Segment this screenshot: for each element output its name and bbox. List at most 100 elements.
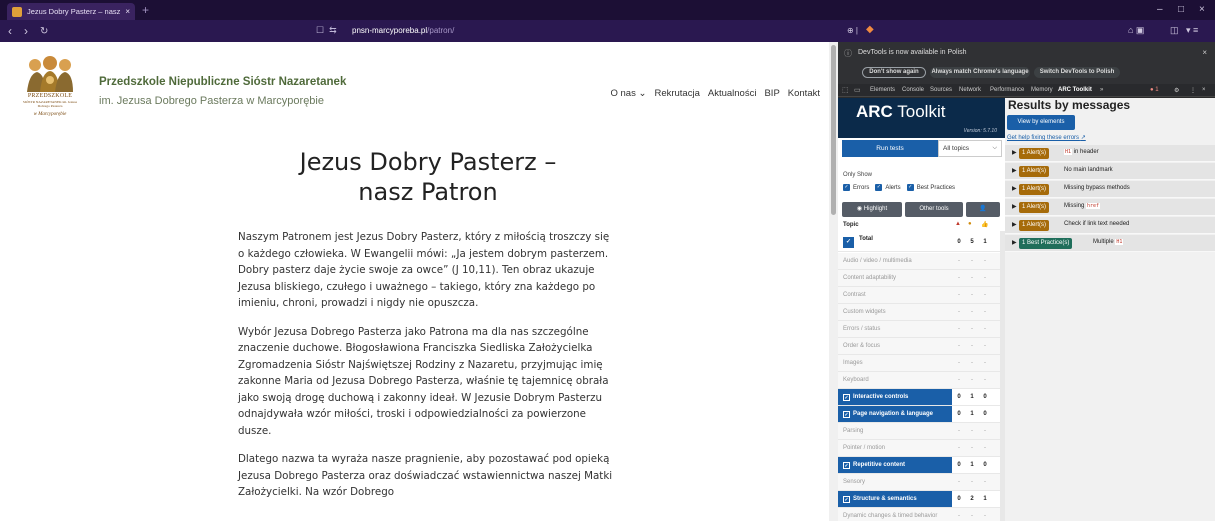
topic-alert-count: -	[971, 326, 973, 332]
topic-row-active[interactable]: ✓ Structure & semantics 0 2 1	[838, 491, 1000, 508]
extension-icon[interactable]: ◆	[866, 24, 874, 35]
infobar-close-icon[interactable]: ×	[1202, 48, 1207, 57]
always-match-language-button[interactable]: Always match Chrome's language	[930, 67, 1030, 78]
result-row[interactable]: ▶ 1 Best Practice(s) Multiple H1	[1005, 235, 1215, 252]
error-counter[interactable]: ● 1	[1150, 87, 1159, 93]
dont-show-again-button[interactable]: Don't show again	[862, 67, 926, 78]
result-message: Missing href	[1064, 203, 1101, 209]
topic-checkbox[interactable]: ✓	[843, 462, 850, 469]
expand-triangle-icon[interactable]: ▶	[1012, 221, 1017, 228]
zoom-icon[interactable]: ⊕ |	[847, 26, 858, 35]
view-by-elements-button[interactable]: View by elements	[1007, 115, 1075, 130]
tab-memory[interactable]: Memory	[1031, 87, 1053, 93]
browser-tab[interactable]: Jezus Dobry Pasterz – nasz Patro ×	[7, 3, 135, 20]
total-checkbox[interactable]: ✓	[843, 237, 854, 248]
tab-network[interactable]: Network	[959, 87, 981, 93]
tab-close-icon[interactable]: ×	[125, 7, 130, 16]
nav-item-aktualnosci[interactable]: Aktualności	[708, 88, 757, 99]
result-message: No main landmark	[1064, 167, 1113, 173]
forward-icon[interactable]: ›	[24, 24, 28, 38]
alerts-checkbox[interactable]: ✓	[875, 184, 883, 191]
topic-row[interactable]: Sensory - - -	[838, 474, 1000, 491]
tab-sources[interactable]: Sources	[930, 87, 952, 93]
topic-name: ✓ Interactive controls	[838, 389, 952, 405]
nav-item-bip[interactable]: BIP	[764, 88, 779, 99]
topic-bp-count: -	[984, 258, 986, 264]
topic-checkbox[interactable]: ✓	[843, 411, 850, 418]
expand-triangle-icon[interactable]: ▶	[1012, 185, 1017, 192]
topic-row-active[interactable]: ✓ Page navigation & language 0 1 0	[838, 406, 1000, 423]
page-scrollbar[interactable]	[829, 42, 838, 521]
bookmark-icon[interactable]: ☐ ⇆	[316, 25, 337, 36]
tab-performance[interactable]: Performance	[990, 87, 1024, 93]
inspect-icon[interactable]: ⬚	[842, 86, 849, 94]
expand-triangle-icon[interactable]: ▶	[1012, 239, 1017, 246]
toolbar-icons[interactable]: ⌂ ▣	[1128, 25, 1144, 36]
topic-row[interactable]: Pointer / motion - - -	[838, 440, 1000, 457]
topic-row[interactable]: Contrast - - -	[838, 287, 1000, 304]
topic-row[interactable]: Dynamic changes & timed behavior - - -	[838, 508, 1000, 521]
topic-row[interactable]: Images - - -	[838, 355, 1000, 372]
switch-to-polish-button[interactable]: Switch DevTools to Polish	[1034, 67, 1120, 78]
other-tools-button[interactable]: Other tools	[905, 202, 963, 217]
tab-arc-toolkit[interactable]: ARC Toolkit	[1058, 87, 1092, 93]
tab-elements[interactable]: Elements	[870, 87, 895, 93]
new-tab-icon[interactable]: +	[142, 3, 149, 17]
settings-icon[interactable]: ⚙	[1174, 87, 1179, 94]
close-devtools-icon[interactable]: ×	[1202, 87, 1206, 93]
window-minimize-icon[interactable]: –	[1157, 4, 1163, 16]
result-row[interactable]: ▶ 1 Alert(s) H1 in header	[1005, 145, 1215, 162]
page-title-line2: nasz Patron	[358, 178, 498, 206]
result-row[interactable]: ▶ 1 Alert(s) Check if link text needed	[1005, 217, 1215, 234]
window-close-icon[interactable]: ×	[1199, 4, 1205, 16]
result-row[interactable]: ▶ 1 Alert(s) Missing bypass methods	[1005, 181, 1215, 198]
expand-triangle-icon[interactable]: ▶	[1012, 203, 1017, 210]
result-message: Check if link text needed	[1064, 221, 1130, 227]
topic-row[interactable]: Audio / video / multimedia - - -	[838, 253, 1000, 270]
topic-checkbox[interactable]: ✓	[843, 496, 850, 503]
topic-alert-count: -	[971, 428, 973, 434]
expand-triangle-icon[interactable]: ▶	[1012, 149, 1017, 156]
chevron-down-icon: ⌵	[992, 145, 997, 151]
nav-item-o-nas[interactable]: O nas ⌄	[611, 88, 647, 99]
window-maximize-icon[interactable]: □	[1178, 4, 1184, 16]
errors-label: Errors	[853, 184, 870, 191]
run-tests-button[interactable]: Run tests	[842, 140, 938, 157]
topics-select[interactable]: All topics ⌵	[938, 140, 1002, 157]
url-field[interactable]: pnsn-marcyporeba.pl/patron/	[352, 26, 454, 35]
menu-icon[interactable]: ▾ ≡	[1186, 25, 1198, 36]
nav-item-kontakt[interactable]: Kontakt	[788, 88, 820, 99]
topic-row-active[interactable]: ✓ Repetitive content 0 1 0	[838, 457, 1000, 474]
kebab-menu-icon[interactable]: ⋮	[1190, 87, 1196, 94]
device-toggle-icon[interactable]: ▭	[854, 86, 861, 94]
expand-triangle-icon[interactable]: ▶	[1012, 167, 1017, 174]
more-tabs-icon[interactable]: »	[1100, 87, 1103, 93]
highlight-button[interactable]: ◉ Highlight	[842, 202, 902, 217]
user-icon[interactable]: 👤	[966, 202, 1000, 217]
topic-row[interactable]: Parsing - - -	[838, 423, 1000, 440]
topic-row[interactable]: Keyboard - - -	[838, 372, 1000, 389]
school-logo[interactable]: PRZEDSZKOLE SIÓSTR NAZARETANEK im. Jezus…	[22, 56, 78, 122]
topic-row-total[interactable]: ✓ Total 0 5 1	[838, 232, 1000, 252]
help-fixing-errors-link[interactable]: Get help fixing these errors ↗	[1007, 134, 1086, 141]
site-title[interactable]: Przedszkole Niepubliczne Sióstr Nazareta…	[99, 76, 346, 88]
nav-item-rekrutacja[interactable]: Rekrutacja	[654, 88, 699, 99]
topic-row[interactable]: Errors / status - - -	[838, 321, 1000, 338]
result-row[interactable]: ▶ 1 Alert(s) No main landmark	[1005, 163, 1215, 180]
sidebar-icon[interactable]: ◫	[1170, 25, 1179, 36]
result-row[interactable]: ▶ 1 Alert(s) Missing href	[1005, 199, 1215, 216]
tab-console[interactable]: Console	[902, 87, 924, 93]
url-path: /patron/	[427, 26, 455, 35]
reload-icon[interactable]: ↻	[40, 25, 48, 39]
best-practices-checkbox[interactable]: ✓	[906, 184, 914, 191]
topic-error-count: 0	[957, 462, 961, 468]
topic-row[interactable]: Custom widgets - - -	[838, 304, 1000, 321]
errors-checkbox[interactable]: ✓	[843, 184, 850, 191]
topic-row[interactable]: Content adaptability - - -	[838, 270, 1000, 287]
page-scrollbar-thumb[interactable]	[831, 45, 836, 215]
back-icon[interactable]: ‹	[8, 24, 12, 38]
topic-error-count: -	[958, 275, 960, 281]
topic-checkbox[interactable]: ✓	[843, 394, 850, 401]
topic-row[interactable]: Order & focus - - -	[838, 338, 1000, 355]
topic-row-active[interactable]: ✓ Interactive controls 0 1 0	[838, 389, 1000, 406]
